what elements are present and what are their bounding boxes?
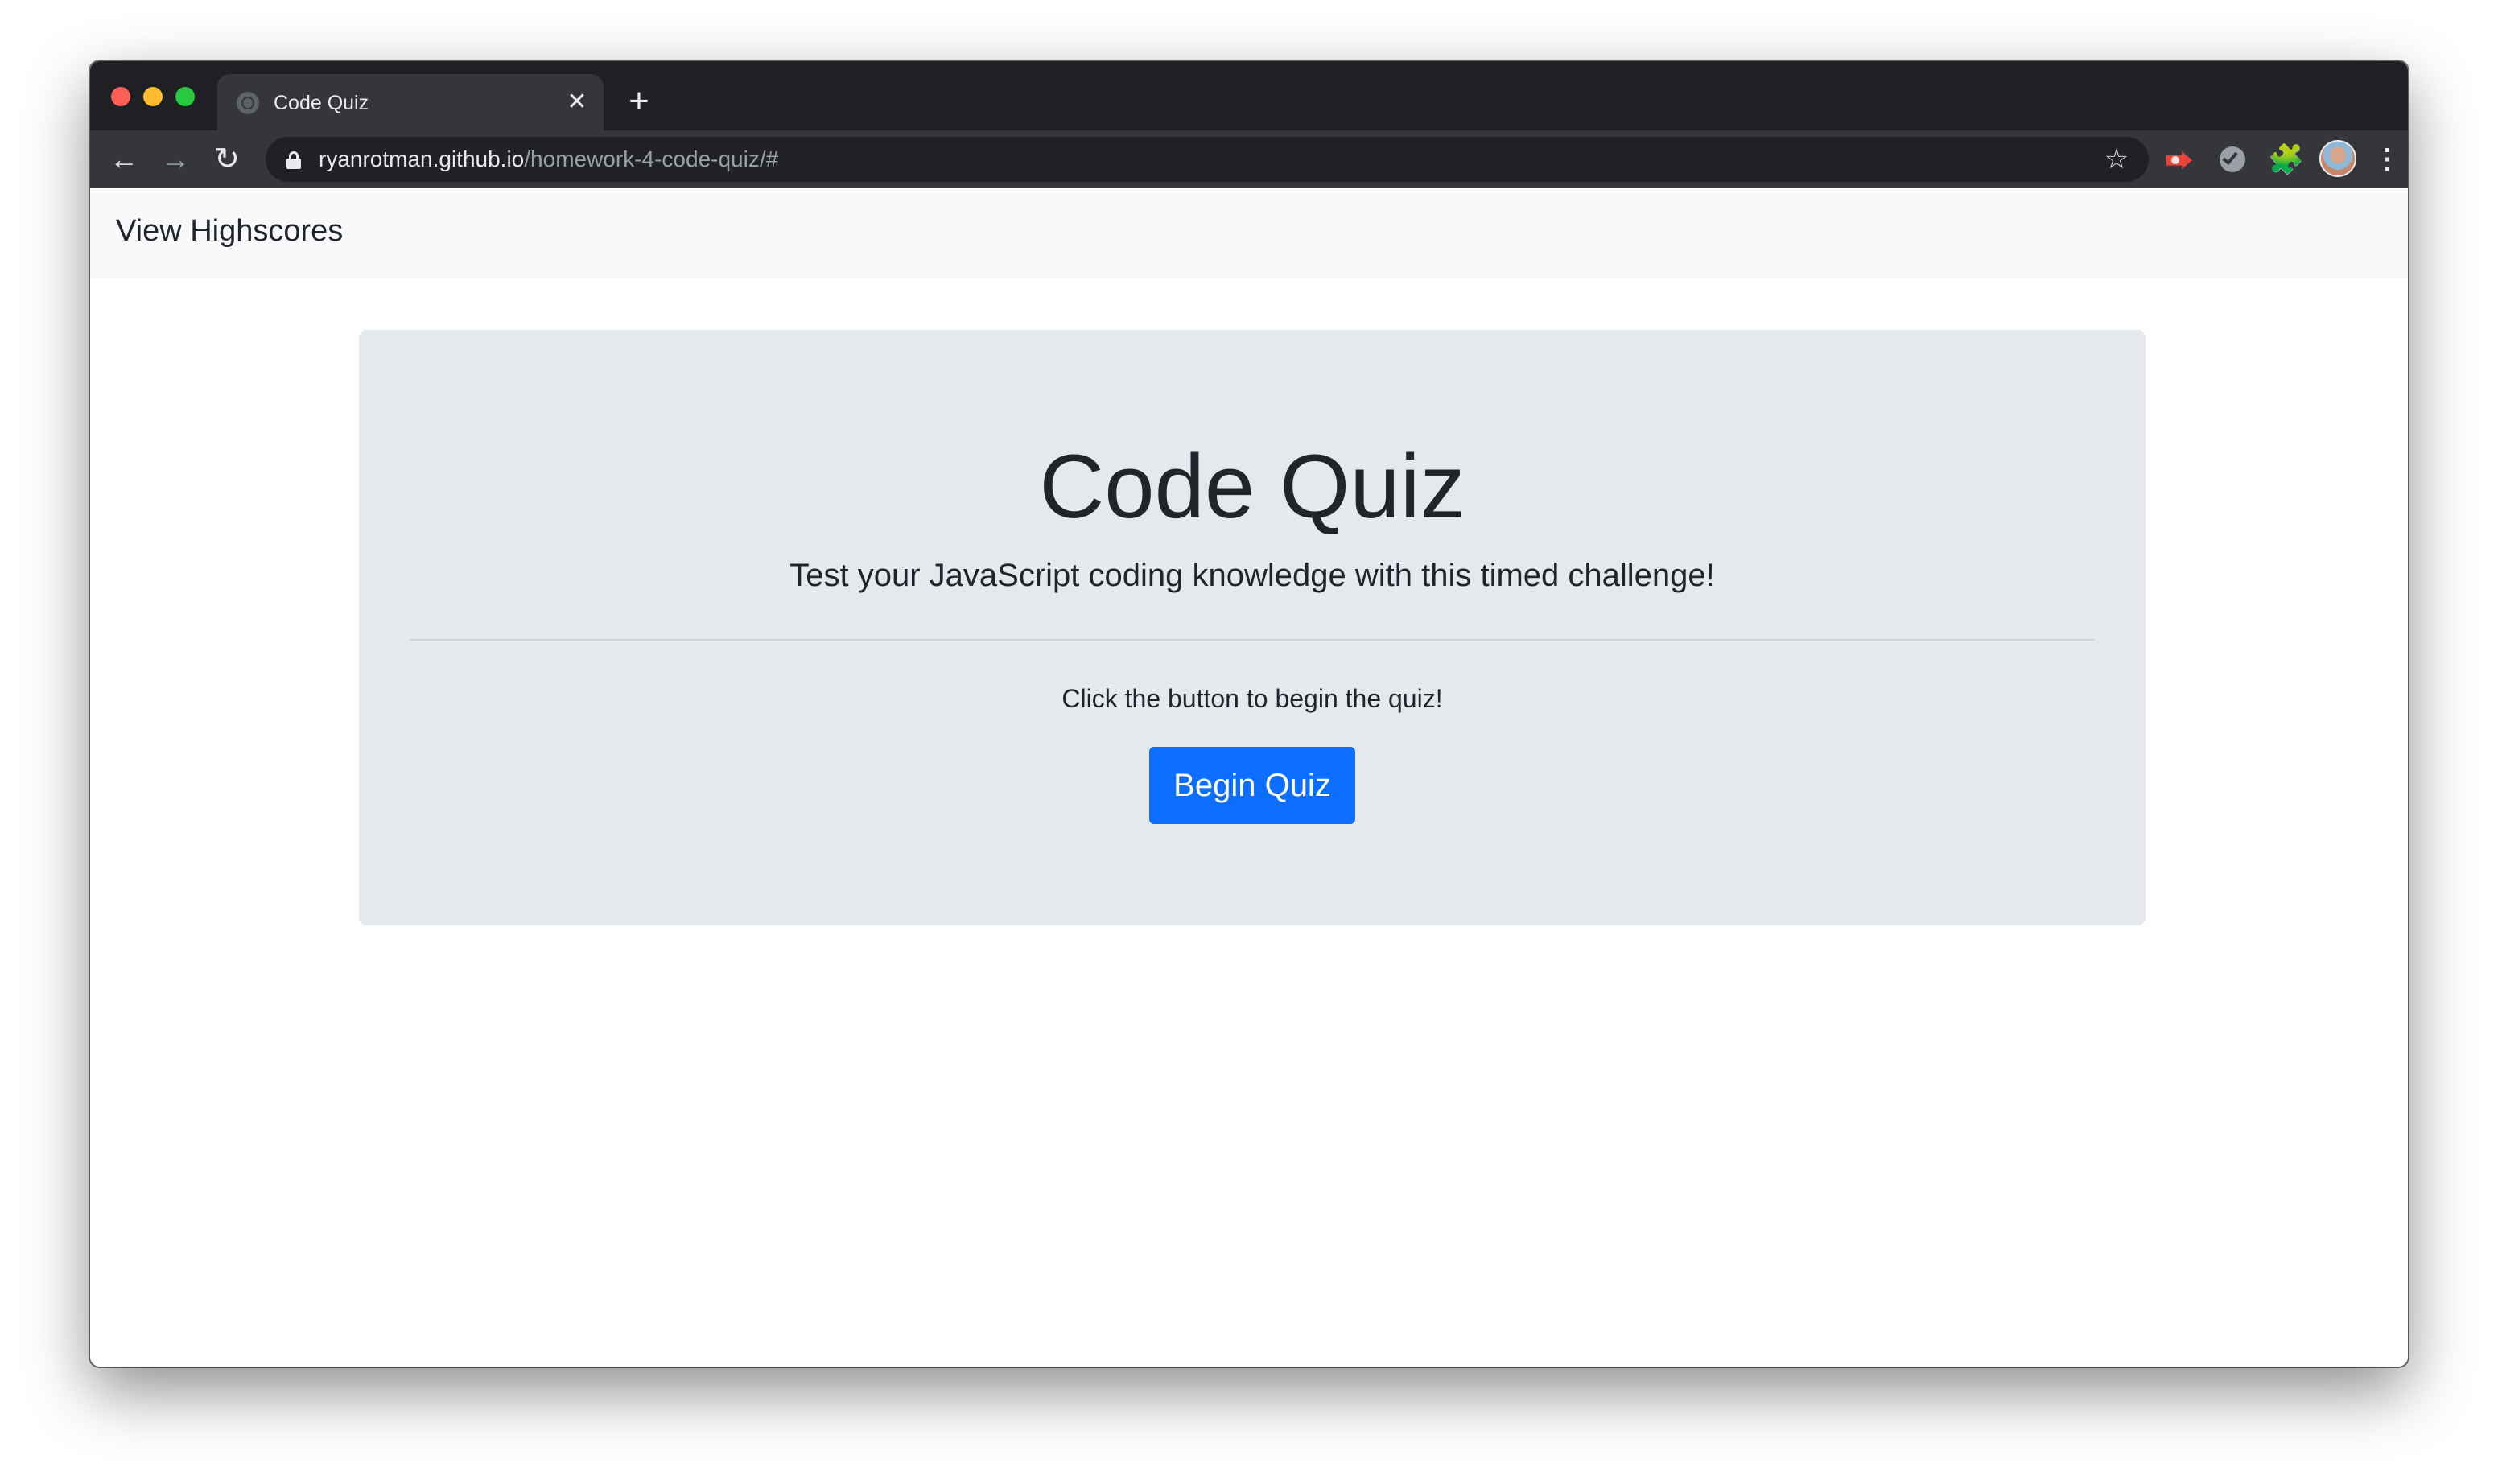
address-bar[interactable]: ryanrotman.github.io/homework-4-code-qui…: [266, 137, 2149, 182]
extension-red-arrow-icon[interactable]: [2163, 143, 2195, 175]
bookmark-star-icon[interactable]: ☆: [2100, 143, 2133, 175]
tab-title: Code Quiz: [274, 92, 369, 114]
new-tab-button[interactable]: +: [621, 84, 657, 121]
tab-strip: Code Quiz ✕ +: [90, 61, 2408, 130]
reload-icon[interactable]: ↻: [209, 142, 245, 177]
begin-quiz-button[interactable]: Begin Quiz: [1149, 747, 1355, 824]
jumbotron: Code Quiz Test your JavaScript coding kn…: [359, 330, 2146, 925]
back-arrow-icon[interactable]: ←: [106, 142, 142, 177]
close-window-button[interactable]: [111, 87, 130, 106]
divider: [410, 639, 2094, 641]
view-highscores-link[interactable]: View Highscores: [116, 211, 343, 251]
navbar: View Highscores: [90, 188, 2408, 278]
maximize-window-button[interactable]: [175, 87, 195, 106]
profile-avatar[interactable]: [2319, 140, 2356, 177]
globe-icon: [237, 92, 259, 114]
lead-text: Test your JavaScript coding knowledge wi…: [789, 558, 1715, 593]
instruction-text: Click the button to begin the quiz!: [1061, 684, 1443, 713]
url-text[interactable]: ryanrotman.github.io/homework-4-code-qui…: [319, 146, 778, 172]
page-content: View Highscores Code Quiz Test your Java…: [90, 188, 2408, 1367]
close-icon[interactable]: ✕: [563, 89, 591, 116]
lock-icon[interactable]: [286, 151, 301, 169]
forward-arrow-icon[interactable]: →: [158, 142, 193, 177]
browser-window: Code Quiz ✕ + ← → ↻ ryanrotman.github.io…: [90, 61, 2408, 1367]
extension-check-icon[interactable]: [2216, 143, 2249, 175]
url-path: /homework-4-code-quiz/#: [524, 146, 779, 171]
browser-toolbar: ← → ↻ ryanrotman.github.io/homework-4-co…: [90, 130, 2408, 188]
tab-code-quiz[interactable]: Code Quiz ✕: [217, 74, 604, 130]
puzzle-piece-icon[interactable]: 🧩: [2268, 143, 2304, 175]
kebab-menu-icon[interactable]: ⋮: [2371, 143, 2403, 175]
page-title: Code Quiz: [1039, 436, 1465, 537]
minimize-window-button[interactable]: [143, 87, 163, 106]
url-host: ryanrotman.github.io: [319, 146, 525, 171]
